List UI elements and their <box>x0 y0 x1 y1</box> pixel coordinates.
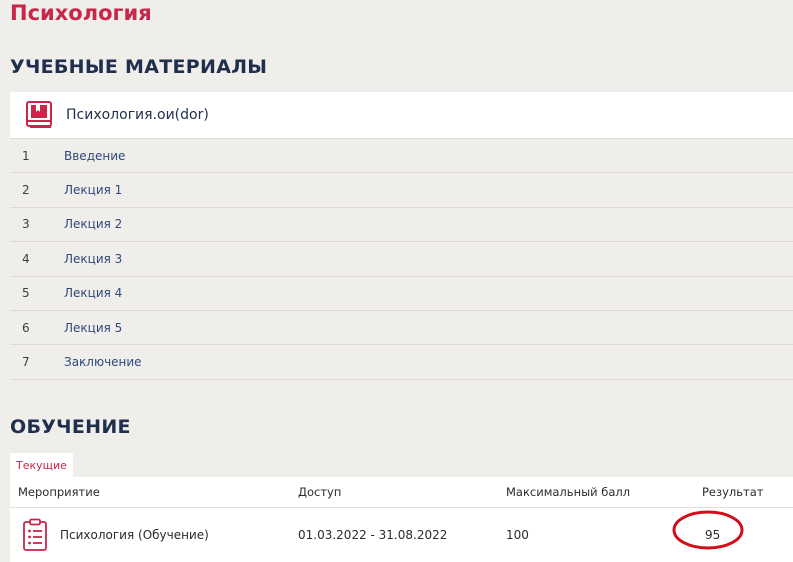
lesson-row[interactable]: 4 Лекция 3 <box>10 242 793 277</box>
lesson-row[interactable]: 3 Лекция 2 <box>10 208 793 243</box>
lesson-list: 1 Введение 2 Лекция 1 3 Лекция 2 4 Лекци… <box>10 138 793 380</box>
table-row[interactable]: Психология (Обучение) 01.03.2022 - 31.08… <box>10 508 793 562</box>
lesson-link[interactable]: Введение <box>64 149 125 163</box>
header-access: Доступ <box>298 485 342 499</box>
page-title: Психология <box>10 1 152 25</box>
lesson-row[interactable]: 7 Заключение <box>10 345 793 380</box>
lesson-link[interactable]: Лекция 5 <box>64 321 122 335</box>
lesson-row[interactable]: 1 Введение <box>10 139 793 174</box>
event-name-link[interactable]: Психология (Обучение) <box>60 528 209 542</box>
course-name[interactable]: Психология.ои(dor) <box>66 107 209 123</box>
tab-current[interactable]: Текущие <box>10 453 73 477</box>
lesson-number: 4 <box>22 251 30 266</box>
book-icon <box>26 101 52 128</box>
lesson-row[interactable]: 6 Лекция 5 <box>10 311 793 346</box>
event-cell: Психология (Обучение) <box>10 518 298 552</box>
header-event: Мероприятие <box>18 485 100 499</box>
lesson-number: 3 <box>22 217 30 232</box>
lesson-link[interactable]: Лекция 3 <box>64 252 122 266</box>
header-max-score: Максимальный балл <box>506 485 631 499</box>
lesson-link[interactable]: Лекция 4 <box>64 286 122 300</box>
lesson-number: 6 <box>22 320 30 335</box>
lesson-number: 2 <box>22 183 30 198</box>
lesson-number: 1 <box>22 148 30 163</box>
result-cell: 95 <box>672 510 793 550</box>
training-table: Мероприятие Доступ Максимальный балл Рез… <box>10 477 793 562</box>
table-header: Мероприятие Доступ Максимальный балл Рез… <box>10 477 793 508</box>
clipboard-list-icon <box>23 518 47 551</box>
materials-section-title: УЧЕБНЫЕ МАТЕРИАЛЫ <box>10 56 268 78</box>
lesson-number: 7 <box>22 355 30 370</box>
lesson-link[interactable]: Лекция 1 <box>64 183 122 197</box>
access-cell: 01.03.2022 - 31.08.2022 <box>298 528 448 542</box>
lesson-link[interactable]: Заключение <box>64 355 142 369</box>
header-result: Результат <box>702 485 764 499</box>
result-value: 95 <box>705 528 721 542</box>
training-section-title: ОБУЧЕНИЕ <box>10 416 131 438</box>
max-score-cell: 100 <box>506 528 529 542</box>
lesson-row[interactable]: 5 Лекция 4 <box>10 277 793 311</box>
lesson-link[interactable]: Лекция 2 <box>64 217 122 231</box>
course-card[interactable]: Психология.ои(dor) <box>10 92 793 138</box>
lesson-row[interactable]: 2 Лекция 1 <box>10 173 793 208</box>
lesson-number: 5 <box>22 286 30 301</box>
